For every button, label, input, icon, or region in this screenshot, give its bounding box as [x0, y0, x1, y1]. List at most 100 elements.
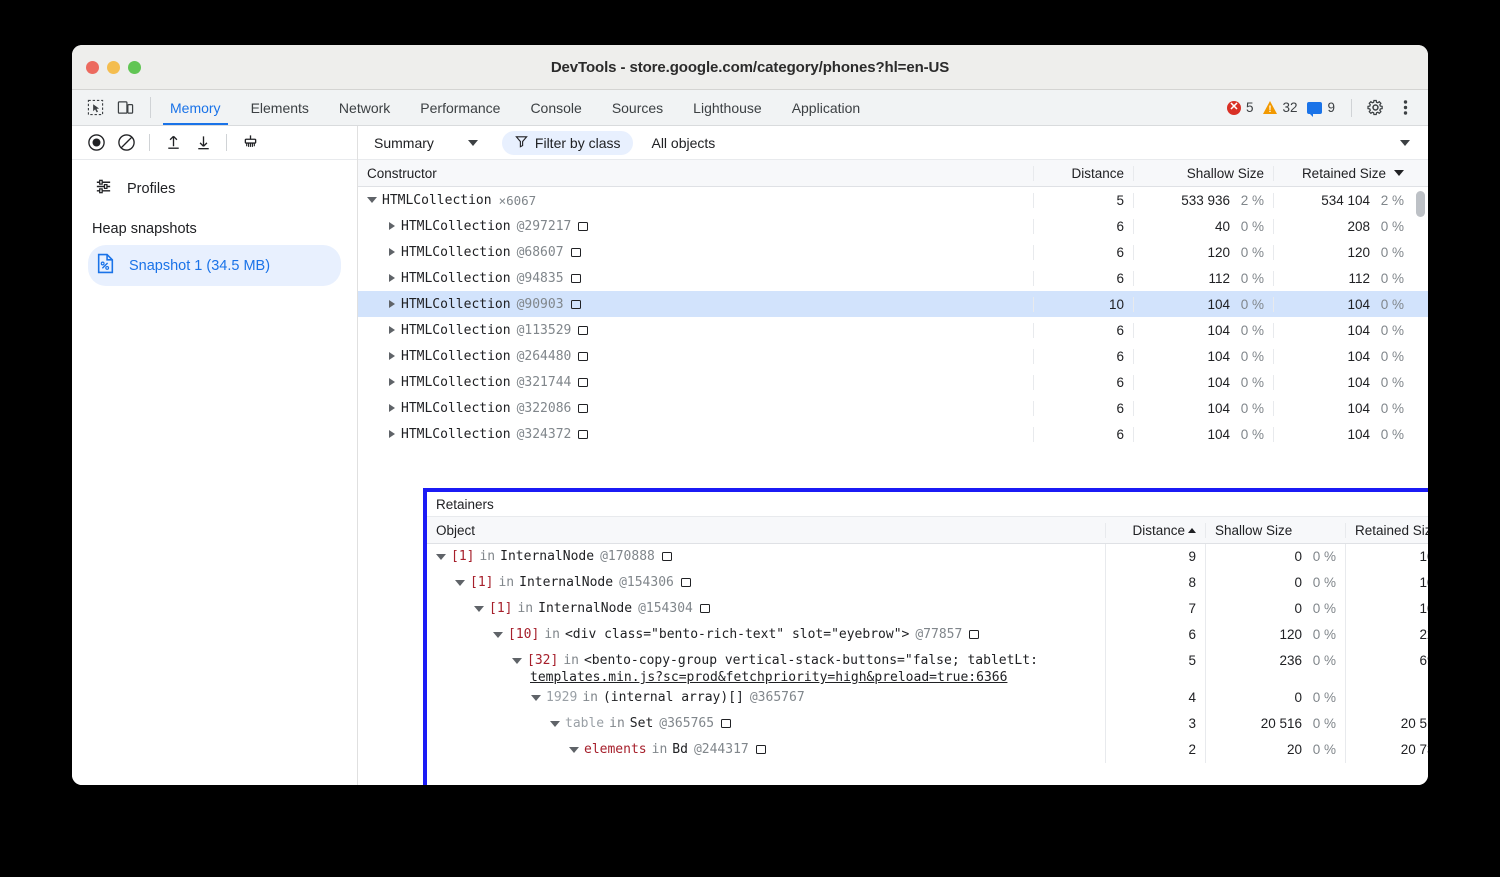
dom-node-badge-icon[interactable]: [681, 578, 691, 587]
collapse-triangle-icon[interactable]: [367, 197, 377, 203]
expand-triangle-icon[interactable]: [389, 378, 395, 386]
clear-icon[interactable]: [112, 130, 140, 156]
dom-node-badge-icon[interactable]: [662, 552, 672, 561]
expand-triangle-icon[interactable]: [389, 326, 395, 334]
retainer-row[interactable]: [1]inInternalNode@154306800 %1040 %: [427, 570, 1428, 596]
retainer-row[interactable]: [1]inInternalNode@154304700 %1040 %: [427, 596, 1428, 622]
dom-node-badge-icon[interactable]: [578, 352, 588, 361]
dom-node-badge-icon[interactable]: [571, 300, 581, 309]
sidebar-item-profiles[interactable]: Profiles: [72, 170, 357, 207]
table-row[interactable]: HTMLCollection@9483561120 %1120 %: [358, 265, 1428, 291]
column-header-retainers-distance[interactable]: Distance: [1105, 523, 1205, 538]
retainer-key: [1]: [451, 549, 474, 564]
expand-triangle-icon[interactable]: [389, 274, 395, 282]
table-row[interactable]: HTMLCollection@26448061040 %1040 %: [358, 343, 1428, 369]
table-row[interactable]: HTMLCollection@6860761200 %1200 %: [358, 239, 1428, 265]
table-row[interactable]: HTMLCollection@2972176400 %2080 %: [358, 213, 1428, 239]
filter-by-class-input[interactable]: Filter by class: [502, 131, 634, 155]
expand-triangle-icon[interactable]: [389, 352, 395, 360]
sidebar-item-snapshot-1[interactable]: Snapshot 1 (34.5 MB): [88, 245, 341, 286]
inspect-icon[interactable]: [82, 95, 108, 121]
table-row[interactable]: HTMLCollection@32437261040 %1040 %: [358, 421, 1428, 447]
object-id: @90903: [517, 297, 564, 312]
expand-triangle-icon[interactable]: [389, 430, 395, 438]
message-counter[interactable]: 9: [1307, 100, 1335, 115]
load-icon[interactable]: [159, 130, 187, 156]
retainer-distance-cell: 8: [1105, 570, 1205, 596]
retainer-row[interactable]: 1929in(internal array)[]@365767400 %00 %: [427, 685, 1428, 711]
record-icon[interactable]: [82, 130, 110, 156]
dom-node-badge-icon[interactable]: [578, 222, 588, 231]
tab-memory[interactable]: Memory: [155, 90, 236, 125]
error-counter[interactable]: ✕ 5: [1227, 100, 1254, 115]
sidebar-sections: Profiles Heap snapshots Snapshot 1 (34.5: [72, 160, 357, 286]
column-header-shallow-size[interactable]: Shallow Size: [1133, 166, 1273, 181]
retainers-grid-body[interactable]: [1]inInternalNode@170888900 %1040 %[1]in…: [427, 544, 1428, 785]
column-header-retainers-retained-size[interactable]: Retained Size: [1345, 523, 1428, 538]
kebab-menu-icon[interactable]: [1392, 95, 1418, 121]
distance-cell: 6: [1033, 375, 1133, 390]
tab-elements[interactable]: Elements: [236, 90, 324, 125]
objects-filter-chevron-down-icon[interactable]: [1400, 140, 1410, 146]
source-location-link[interactable]: templates.min.js?sc=prod&fetchpriority=h…: [530, 670, 1007, 685]
gear-icon[interactable]: [1362, 95, 1388, 121]
expand-triangle-icon[interactable]: [389, 404, 395, 412]
dom-node-badge-icon[interactable]: [571, 248, 581, 257]
dom-node-badge-icon[interactable]: [578, 326, 588, 335]
collapse-triangle-icon[interactable]: [436, 554, 446, 560]
table-row[interactable]: HTMLCollection@90903101040 %1040 %: [358, 291, 1428, 317]
collapse-triangle-icon[interactable]: [474, 606, 484, 612]
dom-node-badge-icon[interactable]: [721, 719, 731, 728]
tab-console[interactable]: Console: [515, 90, 596, 125]
table-row[interactable]: HTMLCollection@32208661040 %1040 %: [358, 395, 1428, 421]
expand-triangle-icon[interactable]: [389, 248, 395, 256]
device-toolbar-icon[interactable]: [112, 95, 138, 121]
retainer-row[interactable]: elementsinBd@2443172200 %20 7320 %: [427, 737, 1428, 763]
sort-descending-icon: [1394, 170, 1404, 176]
collapse-triangle-icon[interactable]: [569, 747, 579, 753]
window-controls[interactable]: [72, 61, 141, 74]
dom-node-badge-icon[interactable]: [578, 430, 588, 439]
table-row[interactable]: HTMLCollection×60675533 9362 %534 1042 %: [358, 187, 1428, 213]
dom-node-badge-icon[interactable]: [578, 378, 588, 387]
maximize-window-button[interactable]: [128, 61, 141, 74]
column-header-retainers-shallow-size[interactable]: Shallow Size: [1205, 523, 1345, 538]
column-header-retained-size[interactable]: Retained Size: [1273, 166, 1413, 181]
collect-garbage-icon[interactable]: [236, 130, 264, 156]
retainer-row[interactable]: [10]in<div class="bento-rich-text" slot=…: [427, 622, 1428, 648]
column-header-object[interactable]: Object: [427, 523, 1105, 538]
constructor-scrollbar-thumb[interactable]: [1416, 191, 1425, 217]
retainer-row[interactable]: tableinSet@365765320 5160 %20 5160 %: [427, 711, 1428, 737]
collapse-triangle-icon[interactable]: [493, 632, 503, 638]
collapse-triangle-icon[interactable]: [531, 695, 541, 701]
table-row[interactable]: HTMLCollection@32174461040 %1040 %: [358, 369, 1428, 395]
save-icon[interactable]: [189, 130, 217, 156]
tab-lighthouse[interactable]: Lighthouse: [678, 90, 777, 125]
expand-triangle-icon[interactable]: [389, 300, 395, 308]
view-mode-select[interactable]: Summary: [368, 135, 484, 151]
column-header-distance[interactable]: Distance: [1033, 166, 1133, 181]
expand-triangle-icon[interactable]: [389, 222, 395, 230]
retainer-retained-size-cell: 6920 %: [1345, 648, 1428, 685]
tab-performance[interactable]: Performance: [405, 90, 515, 125]
tab-application[interactable]: Application: [777, 90, 876, 125]
collapse-triangle-icon[interactable]: [550, 721, 560, 727]
dom-node-badge-icon[interactable]: [571, 274, 581, 283]
retainer-row[interactable]: [1]inInternalNode@170888900 %1040 %: [427, 544, 1428, 570]
dom-node-badge-icon[interactable]: [969, 630, 979, 639]
dom-node-badge-icon[interactable]: [578, 404, 588, 413]
column-header-constructor[interactable]: Constructor: [358, 166, 1033, 181]
dom-node-badge-icon[interactable]: [756, 745, 766, 754]
tab-network[interactable]: Network: [324, 90, 405, 125]
close-window-button[interactable]: [86, 61, 99, 74]
minimize-window-button[interactable]: [107, 61, 120, 74]
dom-node-badge-icon[interactable]: [700, 604, 710, 613]
warning-counter[interactable]: 32: [1263, 100, 1297, 115]
table-row[interactable]: HTMLCollection@11352961040 %1040 %: [358, 317, 1428, 343]
shallow-size-cell: 1040 %: [1133, 401, 1273, 416]
objects-filter-select[interactable]: All objects: [651, 135, 715, 151]
tab-sources[interactable]: Sources: [597, 90, 678, 125]
retainer-row[interactable]: [32]in<bento-copy-group vertical-stack-b…: [427, 648, 1428, 685]
collapse-triangle-icon[interactable]: [455, 580, 465, 586]
collapse-triangle-icon[interactable]: [512, 658, 522, 664]
